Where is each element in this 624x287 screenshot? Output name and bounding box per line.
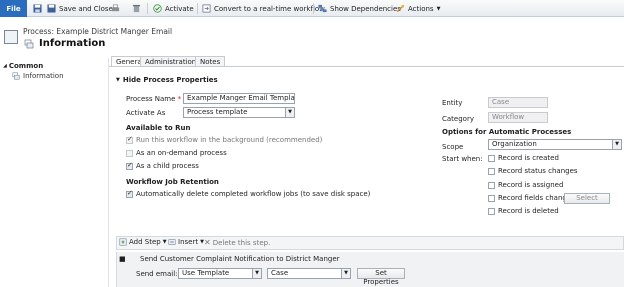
background-label: Run this workflow in the background (rec…: [136, 136, 323, 144]
on-demand-checkbox[interactable]: [126, 150, 133, 157]
child-process-checkbox[interactable]: [126, 161, 133, 170]
hide-process-properties-toggle[interactable]: ▼ Hide Process Properties: [116, 76, 218, 84]
collapse-triangle-icon: ◢: [3, 63, 7, 69]
nav-section-label: Common: [8, 62, 44, 70]
send-email-entity-value: Case: [271, 269, 289, 277]
available-to-run-heading: Available to Run: [126, 124, 191, 132]
show-dependencies-label: Show Dependencies: [330, 4, 401, 13]
save-and-close-label: Save and Close: [59, 4, 113, 13]
required-marker: *: [175, 95, 182, 103]
dependencies-icon: [318, 4, 327, 13]
auto-delete-checkbox[interactable]: [126, 189, 133, 198]
entity-label: Entity: [442, 99, 463, 107]
start-when-label: Start when:: [442, 155, 483, 163]
send-email-mode-value: Use Template: [182, 269, 230, 277]
actions-menu[interactable]: Actions ▼: [396, 2, 440, 15]
child-process-label: As a child process: [136, 162, 199, 170]
process-name-input[interactable]: Example Manger Email Template: [183, 93, 295, 104]
separator: [197, 3, 198, 14]
activate-as-select[interactable]: Process template ▼: [183, 107, 295, 118]
nav-section-common[interactable]: ◢ Common: [3, 62, 43, 70]
category-label: Category: [442, 115, 474, 123]
insert-icon: [168, 239, 176, 245]
activate-button[interactable]: Activate: [153, 2, 194, 15]
trigger-assigned-checkbox[interactable]: [488, 182, 495, 189]
add-step-button[interactable]: Add Step ▼: [119, 238, 167, 246]
insert-button[interactable]: Insert ▼: [168, 238, 204, 246]
select-fields-button[interactable]: Select: [564, 193, 610, 204]
trigger-status-label: Record status changes: [498, 167, 578, 175]
add-step-label: Add Step: [129, 238, 161, 246]
step-bullet-icon: ■: [119, 255, 126, 263]
print-icon[interactable]: [111, 2, 120, 15]
send-email-entity-select[interactable]: Case ▼: [267, 268, 351, 279]
set-properties-button[interactable]: Set Properties: [357, 268, 405, 286]
collapse-triangle-icon: ▼: [116, 77, 120, 83]
convert-realtime-button[interactable]: Convert to a real-time workflow: [202, 2, 325, 15]
scope-value: Organization: [492, 140, 537, 148]
left-navigation: ◢ Common Information: [0, 58, 109, 287]
activate-as-label: Activate As: [126, 109, 166, 117]
process-name-label: Process Name *: [126, 95, 182, 103]
insert-label: Insert: [178, 238, 199, 246]
trigger-fields-label: Record fields change: [498, 194, 572, 202]
add-step-icon: [119, 238, 127, 246]
save-icon[interactable]: [33, 2, 42, 15]
show-dependencies-button[interactable]: Show Dependencies: [318, 2, 401, 15]
convert-icon: [202, 4, 211, 13]
chevron-down-icon: ▼: [252, 269, 261, 278]
trigger-created-checkbox[interactable]: [488, 155, 495, 162]
activate-icon: [153, 4, 162, 13]
category-field: Workflow: [488, 112, 548, 123]
delete-step-button[interactable]: ✕ Delete this step.: [204, 238, 270, 247]
activate-label: Activate: [165, 4, 194, 13]
actions-icon: [396, 4, 405, 13]
chevron-down-icon: ▼: [162, 239, 167, 245]
breadcrumb: Process: Example District Manger Email: [23, 27, 173, 36]
save-and-close-button[interactable]: Save and Close: [47, 2, 113, 15]
activate-as-value: Process template: [187, 108, 248, 116]
trigger-assigned-label: Record is assigned: [498, 181, 564, 189]
trigger-deleted-label: Record is deleted: [498, 207, 559, 215]
trigger-created-label: Record is created: [498, 154, 559, 162]
delete-icon[interactable]: [132, 2, 141, 15]
save-close-icon: [47, 4, 56, 13]
step-title[interactable]: Send Customer Complaint Notification to …: [140, 255, 340, 263]
scope-select[interactable]: Organization ▼: [488, 139, 622, 150]
section-toggle-label: Hide Process Properties: [122, 76, 218, 84]
chevron-down-icon: ▼: [341, 269, 350, 278]
file-button[interactable]: File: [0, 0, 27, 17]
convert-label: Convert to a real-time workflow: [214, 4, 325, 13]
delete-step-label: Delete this step.: [212, 238, 271, 247]
chevron-down-icon: ▼: [285, 108, 294, 117]
trigger-fields-checkbox[interactable]: [488, 195, 495, 202]
automatic-options-heading: Options for Automatic Processes: [442, 128, 572, 136]
nav-item-information[interactable]: Information: [12, 72, 64, 80]
send-email-mode-select[interactable]: Use Template ▼: [178, 268, 262, 279]
information-icon: [24, 39, 34, 49]
separator: [147, 3, 148, 14]
retention-heading: Workflow Job Retention: [126, 178, 219, 186]
actions-label: Actions: [408, 4, 434, 13]
close-icon: ✕: [204, 238, 211, 247]
chevron-down-icon: ▼: [436, 5, 441, 12]
chevron-down-icon: ▼: [612, 140, 621, 149]
nav-item-label: Information: [23, 72, 64, 80]
background-checkbox[interactable]: [126, 135, 133, 144]
process-icon: [4, 30, 18, 44]
on-demand-label: As an on-demand process: [136, 149, 227, 157]
auto-delete-label: Automatically delete completed workflow …: [136, 190, 371, 198]
scope-label: Scope: [442, 143, 464, 151]
entity-field: Case: [488, 97, 548, 108]
send-email-label: Send email:: [136, 270, 178, 278]
separator: [313, 3, 314, 14]
trigger-status-checkbox[interactable]: [488, 168, 495, 175]
trigger-deleted-checkbox[interactable]: [488, 208, 495, 215]
information-icon: [12, 72, 20, 80]
page-title: Information: [39, 38, 106, 49]
